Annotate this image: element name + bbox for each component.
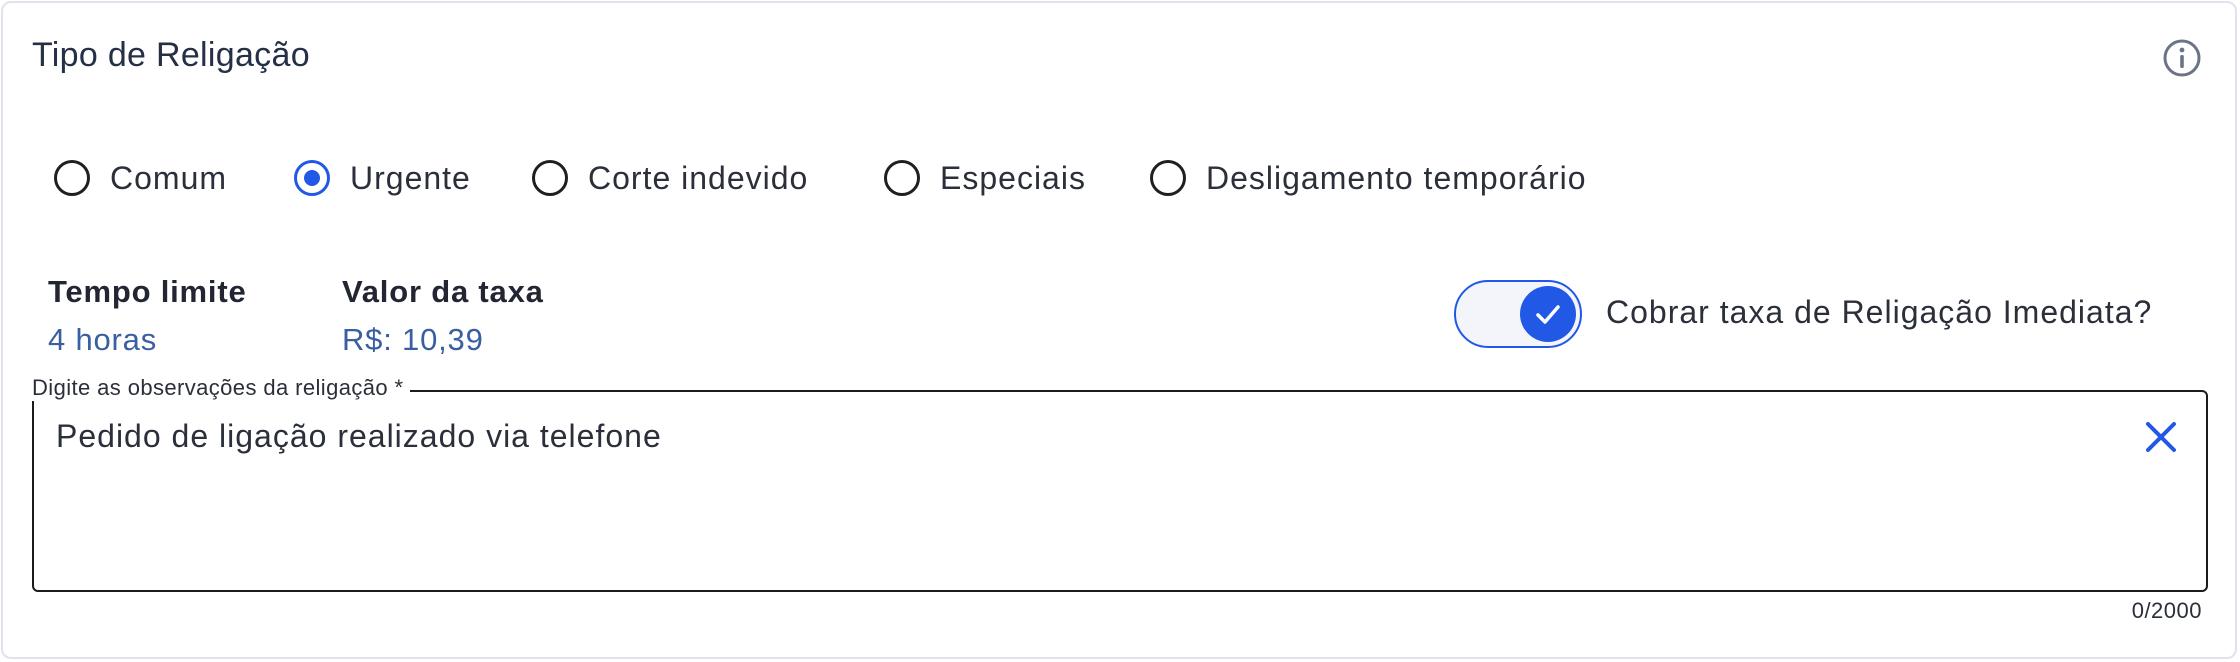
radio-urgente[interactable]: Urgente (294, 154, 471, 202)
radio-label: Corte indevido (588, 159, 809, 196)
radio-comum[interactable]: Comum (54, 154, 227, 202)
check-icon (1536, 305, 1560, 324)
radio-circle[interactable] (884, 160, 920, 196)
radio-circle[interactable] (54, 160, 90, 196)
radio-label: Urgente (350, 159, 471, 196)
radio-label: Comum (110, 159, 228, 196)
section-title: Tipo de Religação (32, 36, 310, 74)
radio-especiais[interactable]: Especiais (884, 154, 1086, 202)
fee-value: R$: 10,39 (342, 322, 484, 357)
info-icon[interactable] (2162, 38, 2202, 78)
radio-corte-indevido[interactable]: Corte indevido (532, 154, 808, 202)
radio-desligamento-temporario[interactable]: Desligamento temporário (1150, 154, 1587, 202)
observations-legend: Digite as observações da religação * (26, 375, 410, 401)
immediate-fee-toggle[interactable] (1454, 280, 1582, 348)
radio-label: Desligamento temporário (1206, 159, 1587, 196)
radio-circle[interactable] (1150, 160, 1186, 196)
observations-value[interactable]: Pedido de ligação realizado via telefone (56, 418, 2106, 455)
toggle-knob (1520, 286, 1576, 342)
radio-circle[interactable] (294, 160, 330, 196)
character-counter: 0/2000 (2131, 598, 2202, 623)
close-icon[interactable] (2142, 418, 2180, 456)
time-limit-value: 4 horas (48, 322, 157, 357)
fee-label: Valor da taxa (342, 274, 544, 309)
time-limit-label: Tempo limite (48, 274, 247, 309)
radio-label: Especiais (940, 159, 1086, 196)
immediate-fee-label: Cobrar taxa de Religação Imediata? (1606, 294, 2153, 330)
radio-circle[interactable] (532, 160, 568, 196)
